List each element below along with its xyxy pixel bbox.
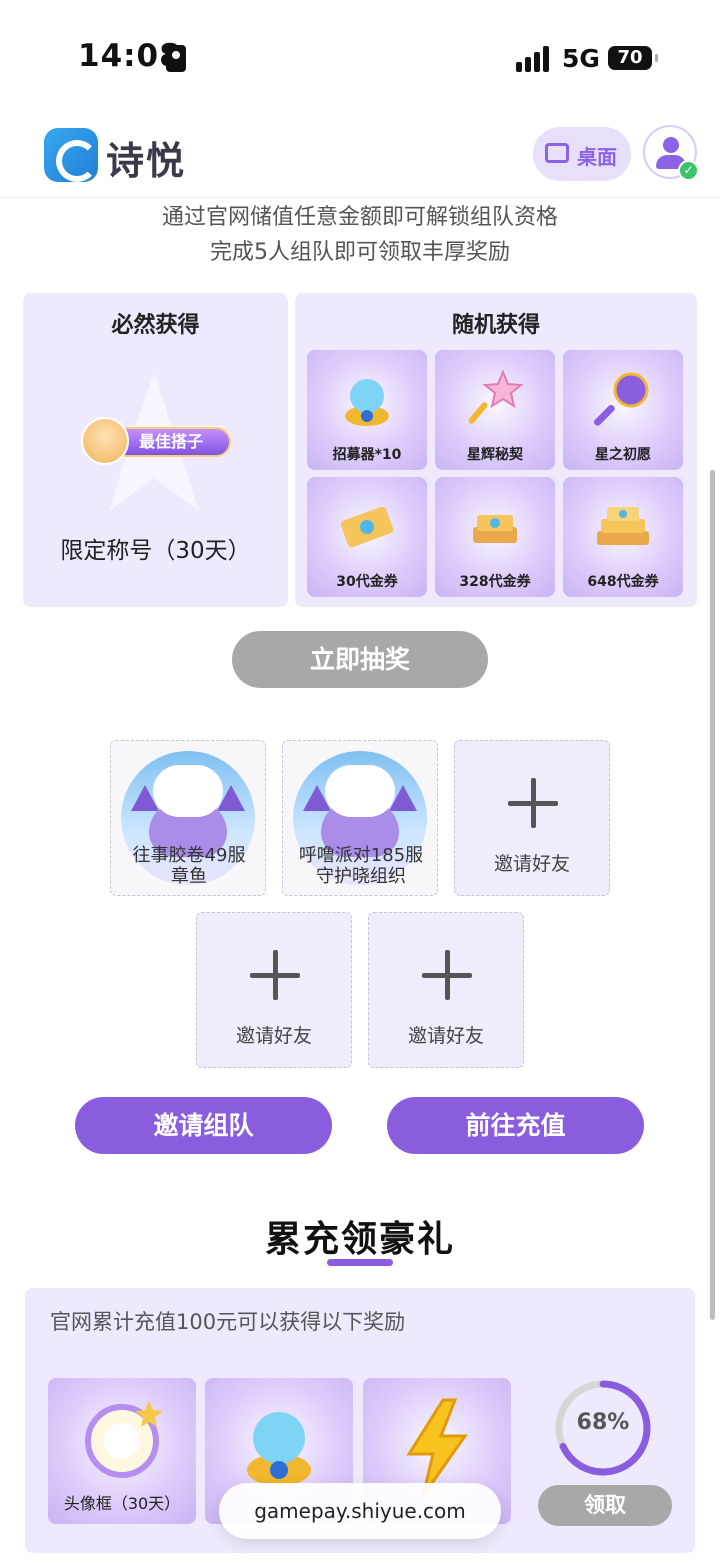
- recruiter-icon: [345, 379, 389, 426]
- cumulative-description: 官网累计充值100元可以获得以下奖励: [50, 1310, 406, 1334]
- draw-lottery-button[interactable]: 立即抽奖: [232, 631, 488, 688]
- invite-friend-slot[interactable]: 邀请好友: [454, 740, 610, 896]
- status-bar: 14:08 5G 70: [0, 0, 720, 110]
- monitor-icon: [545, 143, 569, 163]
- claim-button[interactable]: 领取: [538, 1485, 672, 1526]
- title-badge-text: 最佳搭子: [111, 427, 231, 457]
- member-nickname: 守护晓组织: [316, 866, 406, 887]
- avatar-frame-icon: [85, 1400, 163, 1478]
- progress-percent: 68%: [576, 1410, 630, 1435]
- battery-icon: 70: [608, 46, 658, 70]
- network-type: 5G: [562, 44, 600, 73]
- reward-item: 星之初愿: [563, 350, 683, 470]
- title-badge-icon: 最佳搭子: [81, 413, 239, 469]
- member-server: 往事胶卷49服: [132, 845, 246, 866]
- reward-item: 328代金券: [435, 477, 555, 597]
- guaranteed-title: 必然获得: [111, 313, 200, 338]
- scrollbar[interactable]: [710, 470, 715, 1320]
- invite-friend-slot[interactable]: 邀请好友: [196, 912, 352, 1068]
- cumulative-reward-item: 头像框（30天）: [48, 1378, 196, 1524]
- guaranteed-label: 限定称号（30天）: [60, 538, 251, 564]
- random-reward-panel: 随机获得 招募器*10 星辉秘契 星之初愿 30代金券 328代金券 648代金…: [295, 293, 697, 607]
- member-nickname: 章鱼: [171, 866, 207, 887]
- desktop-button[interactable]: 桌面: [533, 127, 631, 181]
- voucher-stack-icon: [473, 515, 517, 543]
- purple-key-icon: [593, 372, 649, 426]
- reward-label: 星之初愿: [595, 447, 651, 463]
- logo-icon[interactable]: [44, 128, 98, 182]
- team-member-slot[interactable]: 往事胶卷49服 章鱼: [110, 740, 266, 896]
- reward-item: 648代金券: [563, 477, 683, 597]
- intro-line-2: 完成5人组队即可领取丰厚奖励: [210, 240, 510, 265]
- character-face-icon: [81, 417, 129, 465]
- intro-text: 通过官网储值任意金额即可解锁组队资格 完成5人组队即可领取丰厚奖励: [0, 200, 720, 270]
- verified-check-icon: ✓: [678, 160, 699, 181]
- reward-label: 30代金券: [336, 574, 398, 590]
- sim-card-icon: [166, 45, 186, 72]
- cumulative-title: 累充领豪礼: [264, 1219, 455, 1260]
- logo-text[interactable]: 诗悦: [106, 130, 186, 185]
- cumulative-reward-label: 头像框（30天）: [63, 1494, 181, 1513]
- reward-label: 648代金券: [587, 574, 659, 590]
- browser-url-bar[interactable]: gamepay.shiyue.com: [219, 1483, 501, 1539]
- reward-item: 招募器*10: [307, 350, 427, 470]
- reward-label: 星辉秘契: [467, 447, 523, 463]
- voucher-pile-icon: [597, 507, 649, 545]
- invite-friend-slot[interactable]: 邀请好友: [368, 912, 524, 1068]
- reward-item: 星辉秘契: [435, 350, 555, 470]
- invite-friend-label: 邀请好友: [407, 1025, 484, 1047]
- invite-friend-label: 邀请好友: [235, 1025, 312, 1047]
- member-server: 呼噜派对185服: [298, 845, 424, 866]
- team-member-slot[interactable]: 呼噜派对185服 守护晓组织: [282, 740, 438, 896]
- voucher-icon: [340, 506, 394, 548]
- member-name: 呼噜派对185服 守护晓组织: [287, 845, 435, 887]
- reward-label: 328代金券: [459, 574, 531, 590]
- user-avatar[interactable]: ✓: [643, 125, 699, 181]
- reward-label: 招募器*10: [332, 447, 402, 463]
- guaranteed-reward-panel: 必然获得 最佳搭子 限定称号（30天）: [23, 293, 288, 607]
- recharge-button[interactable]: 前往充值: [387, 1097, 644, 1154]
- recruiter-icon: [247, 1412, 311, 1486]
- invite-friend-label: 邀请好友: [493, 853, 570, 875]
- user-icon: [663, 137, 679, 153]
- invite-team-button[interactable]: 邀请组队: [75, 1097, 332, 1154]
- intro-line-1: 通过官网储值任意金额即可解锁组队资格: [161, 205, 558, 230]
- signal-icon: [516, 46, 552, 72]
- desktop-button-label: 桌面: [577, 145, 617, 169]
- member-name: 往事胶卷49服 章鱼: [115, 845, 263, 887]
- reward-item: 30代金券: [307, 477, 427, 597]
- random-title: 随机获得: [451, 313, 540, 338]
- title-underline: [327, 1259, 393, 1266]
- star-key-icon: [468, 370, 524, 424]
- site-header: 诗悦 桌面 ✓: [0, 110, 720, 198]
